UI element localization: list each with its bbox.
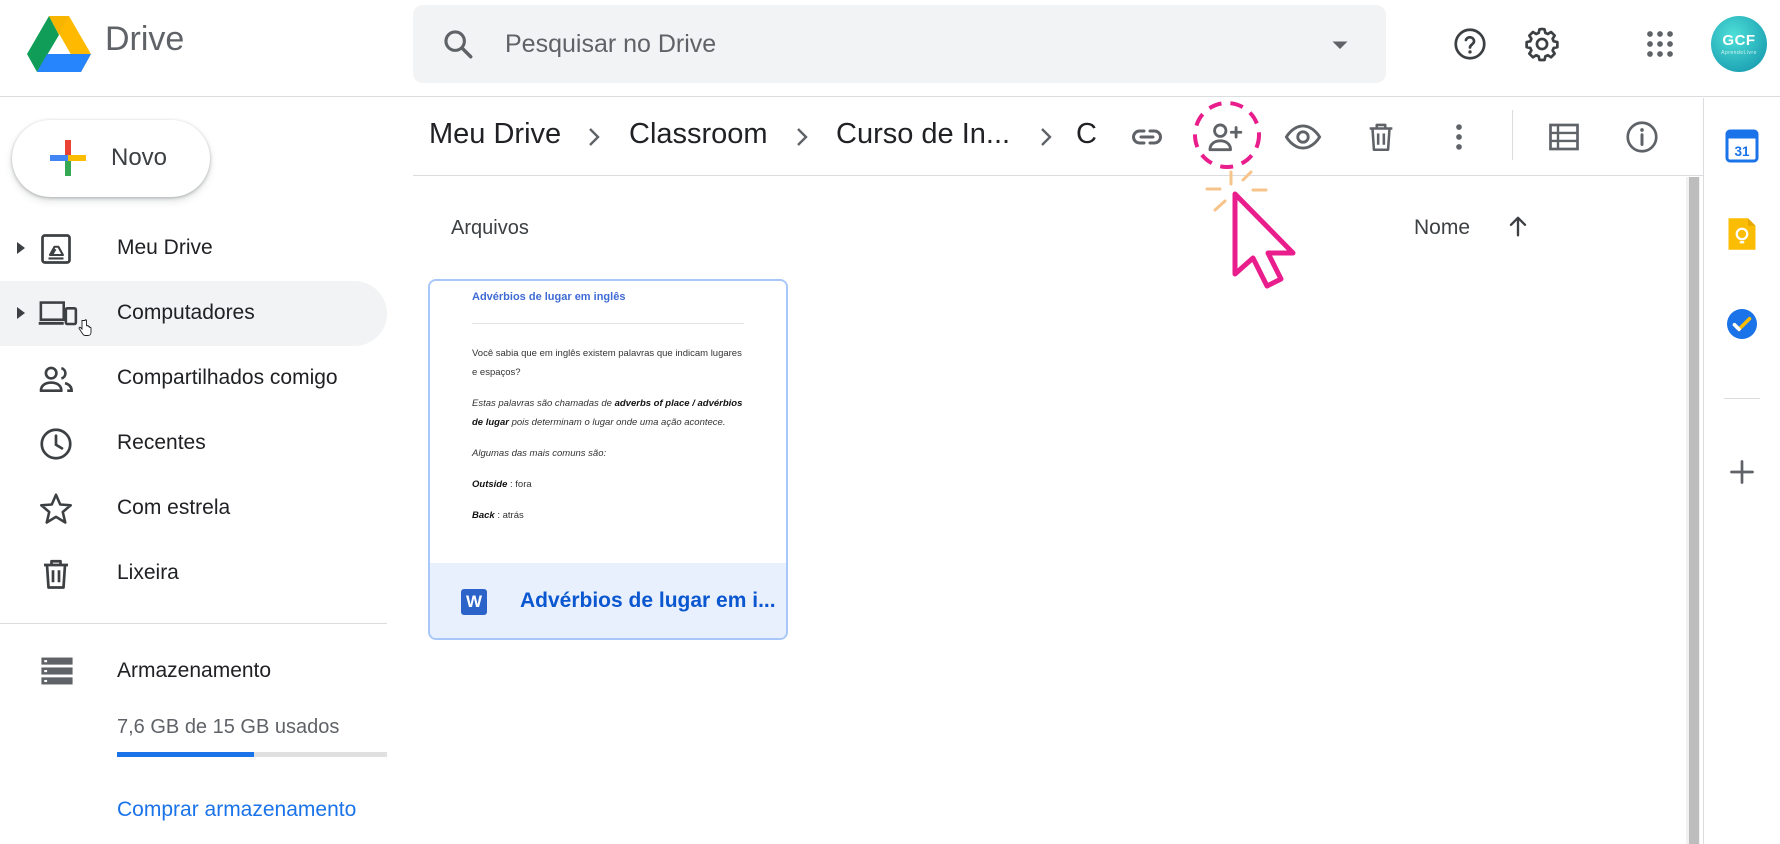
search-input[interactable] [505,23,1265,65]
more-vert-icon[interactable] [1434,112,1484,162]
sidebar-divider [0,623,387,624]
chevron-right-icon [583,124,605,150]
product-name[interactable]: Drive [105,20,184,59]
breadcrumb-current[interactable]: C [1076,118,1108,151]
computers-icon [38,296,78,332]
trash-icon [38,556,74,592]
sidebar-item-armazenamento[interactable]: Armazenamento [0,638,387,703]
chevron-right-icon [1035,124,1057,150]
file-preview-thumbnail: Advérbios de lugar em inglês Você sabia … [430,281,786,563]
sidebar-item-label: Meu Drive [117,236,213,259]
folder-toolbar: Meu Drive Classroom Curso de In... C [413,98,1703,176]
sidebar-item-label: Compartilhados comigo [117,366,338,389]
expand-arrow-icon[interactable] [15,305,27,321]
side-panel: 31 [1703,98,1780,844]
side-panel-divider [1724,398,1760,399]
storage-progress-bar [117,752,387,757]
word-doc-icon: W [461,589,487,615]
preview-paragraph: Outside : fora [472,479,532,490]
sort-by-label[interactable]: Nome [1414,216,1470,240]
sidebar-item-label: Com estrela [117,496,231,519]
delete-trash-icon[interactable] [1356,112,1406,162]
breadcrumb-item[interactable]: Meu Drive [429,118,561,151]
toolbar-divider [1512,110,1513,160]
storage-icon [40,656,74,686]
sidebar-item-computadores[interactable]: Computadores [0,281,387,346]
sidebar-item-label: Recentes [117,431,206,454]
breadcrumb-item[interactable]: Curso de In... [836,118,1010,151]
settings-gear-icon[interactable] [1518,20,1566,68]
clock-icon [38,426,74,462]
tasks-icon[interactable] [1724,306,1760,342]
sidebar-item-recentes[interactable]: Recentes [0,411,387,476]
star-icon [38,491,74,527]
preview-paragraph: Back : atrás [472,510,524,521]
search-options-caret-icon[interactable] [1325,29,1355,59]
my-drive-icon [38,231,74,267]
file-card-footer[interactable]: W Advérbios de lugar em i... [430,563,786,638]
preview-rule [472,323,744,324]
search-icon[interactable] [441,27,475,61]
calendar-icon[interactable]: 31 [1724,128,1760,164]
add-person-share-icon[interactable] [1200,112,1250,162]
shared-icon [38,361,74,397]
add-addon-plus-icon[interactable] [1724,454,1760,490]
storage-usage-text: 7,6 GB de 15 GB usados [117,716,340,738]
get-link-icon[interactable] [1122,112,1172,162]
files-section-title: Arquivos [451,217,529,239]
account-avatar[interactable]: GCF AprendeLivre [1711,16,1767,72]
preview-paragraph: Você sabia que em inglês existem palavra… [472,348,742,378]
storage-progress-fill [117,752,254,757]
storage-label: Armazenamento [117,659,272,682]
sidebar-item-label: Lixeira [117,561,179,584]
sidebar-item-compartilhados[interactable]: Compartilhados comigo [0,346,387,411]
drive-logo-icon[interactable] [27,16,91,72]
sidebar-item-com-estrela[interactable]: Com estrela [0,476,387,541]
file-name[interactable]: Advérbios de lugar em i... [520,589,776,613]
avatar-initials: GCF [1722,32,1756,49]
preview-eye-icon[interactable] [1278,112,1328,162]
keep-icon[interactable] [1724,216,1760,252]
new-button-label: Novo [111,144,168,171]
search-bar[interactable] [413,5,1386,83]
content-scrollbar-thumb[interactable] [1689,177,1699,844]
preview-title: Advérbios de lugar em inglês [472,291,626,303]
list-view-icon[interactable] [1539,112,1589,162]
preview-paragraph: Algumas das mais comuns são: [472,448,607,459]
new-button[interactable]: Novo [12,120,210,197]
plus-icon [48,138,88,178]
hand-pointer-cursor-icon [78,319,92,337]
apps-grid-icon[interactable] [1636,20,1684,68]
sidebar-item-label: Computadores [117,301,255,324]
info-icon[interactable] [1617,112,1667,162]
app-header: Drive GCF AprendeLivre [0,0,1780,97]
buy-storage-link[interactable]: Comprar armazenamento [117,798,356,822]
help-icon[interactable] [1446,20,1494,68]
calendar-day-text: 31 [1734,144,1750,159]
sidebar-item-meu-drive[interactable]: Meu Drive [0,216,387,281]
sidebar-item-lixeira[interactable]: Lixeira [0,541,387,606]
sidebar-nav: Meu Drive Computadores Compartilhados co… [0,216,387,606]
expand-arrow-icon[interactable] [15,240,27,256]
chevron-right-icon [791,124,813,150]
avatar-subtext: AprendeLivre [1721,50,1757,56]
breadcrumb-item[interactable]: Classroom [629,118,768,151]
preview-paragraph: Estas palavras são chamadas de adverbs o… [472,398,743,428]
sort-ascending-arrow-icon[interactable] [1504,212,1532,240]
file-card[interactable]: Advérbios de lugar em inglês Você sabia … [428,279,788,640]
